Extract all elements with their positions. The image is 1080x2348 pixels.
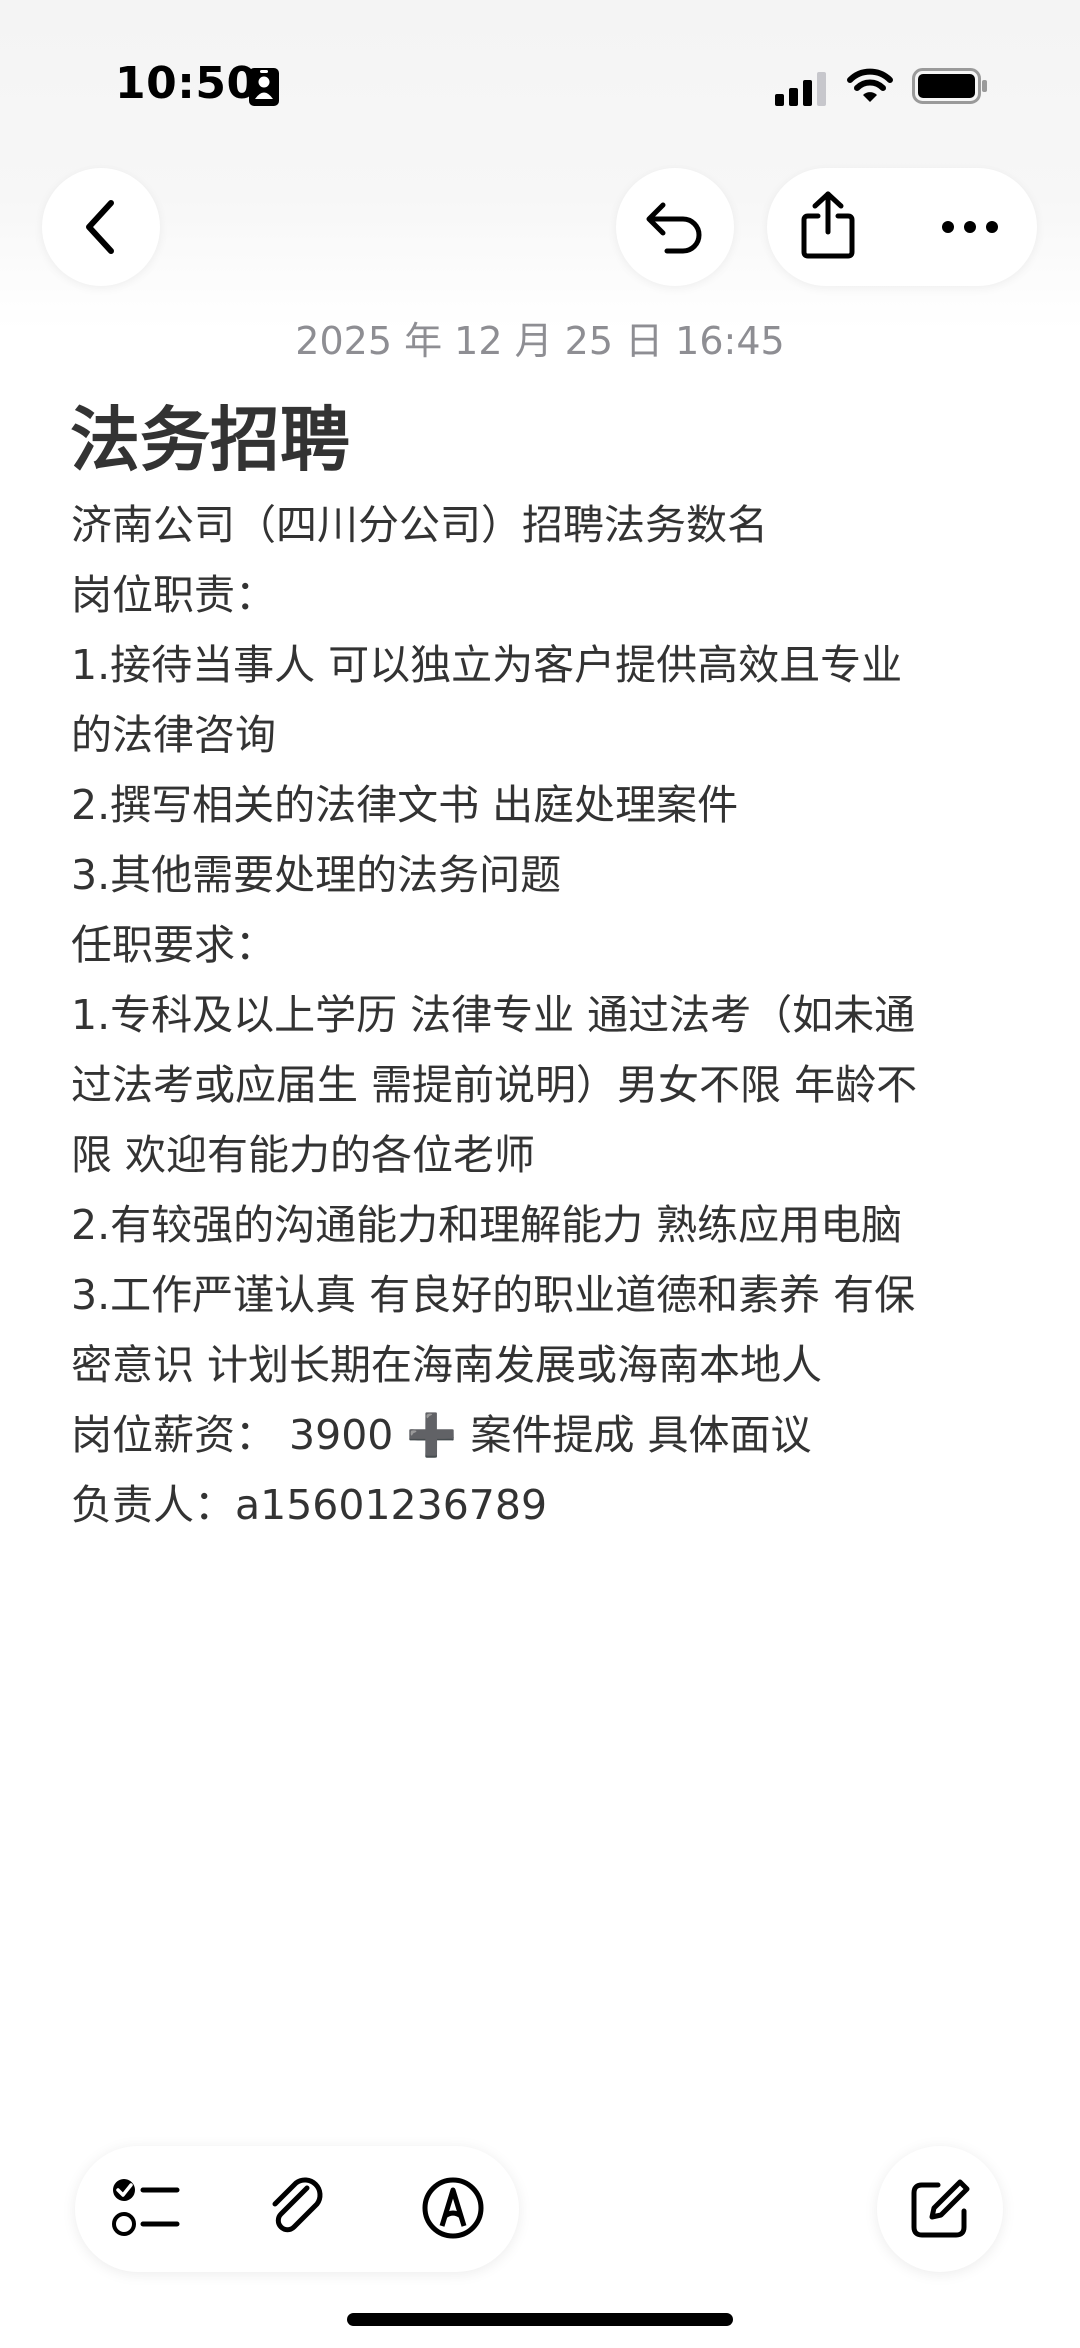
note-line: 密意识 计划长期在海南发展或海南本地人 — [71, 1341, 823, 1389]
paperclip-icon[interactable] — [267, 2174, 327, 2242]
note-actions-group — [767, 168, 1037, 286]
chevron-left-icon — [86, 200, 114, 254]
note-line: 1.专科及以上学历 法律专业 通过法考（如未通 — [71, 991, 916, 1039]
note-line: 3.工作严谨认真 有良好的职业道德和素养 有保 — [71, 1271, 916, 1319]
undo-button[interactable] — [616, 168, 734, 286]
battery-icon — [912, 68, 987, 104]
markup-pen-icon[interactable] — [421, 2176, 485, 2240]
compose-icon — [911, 2179, 970, 2238]
note-line: 3.其他需要处理的法务问题 — [71, 851, 562, 899]
note-title[interactable]: 法务招聘 — [70, 384, 350, 485]
ellipsis-icon[interactable] — [940, 212, 1000, 242]
note-line: 任职要求： — [71, 921, 276, 969]
checklist-icon[interactable] — [111, 2176, 181, 2240]
note-line: 过法考或应届生 需提前说明）男女不限 年龄不 — [71, 1061, 918, 1109]
back-button[interactable] — [42, 168, 160, 286]
note-line: 负责人：a15601236789 — [71, 1481, 548, 1529]
compose-button[interactable] — [877, 2146, 1003, 2272]
note-line: 2.撰写相关的法律文书 出庭处理案件 — [71, 781, 739, 829]
status-time: 10:50 — [115, 58, 258, 109]
note-body[interactable]: 济南公司（四川分公司）招聘法务数名 岗位职责： 1.接待当事人 可以独立为客户提… — [71, 490, 1031, 1540]
undo-icon — [646, 202, 702, 254]
note-date: 2025 年 12 月 25 日 16:45 — [295, 319, 785, 363]
note-line: 限 欢迎有能力的各位老师 — [71, 1131, 536, 1179]
id-card-icon — [249, 68, 279, 106]
wifi-icon — [847, 68, 893, 102]
note-line: 济南公司（四川分公司）招聘法务数名 — [71, 501, 768, 549]
note-line: 岗位薪资： 3900 ➕ 案件提成 具体面议 — [71, 1411, 812, 1459]
bottom-toolbar — [75, 2146, 519, 2272]
note-line: 的法律咨询 — [71, 711, 276, 759]
note-line: 2.有较强的沟通能力和理解能力 熟练应用电脑 — [71, 1201, 903, 1249]
note-line: 1.接待当事人 可以独立为客户提供高效且专业 — [71, 641, 903, 689]
share-icon[interactable] — [798, 190, 858, 260]
home-indicator[interactable] — [347, 2313, 733, 2326]
cellular-signal-icon — [775, 72, 826, 106]
note-line: 岗位职责： — [71, 571, 276, 619]
